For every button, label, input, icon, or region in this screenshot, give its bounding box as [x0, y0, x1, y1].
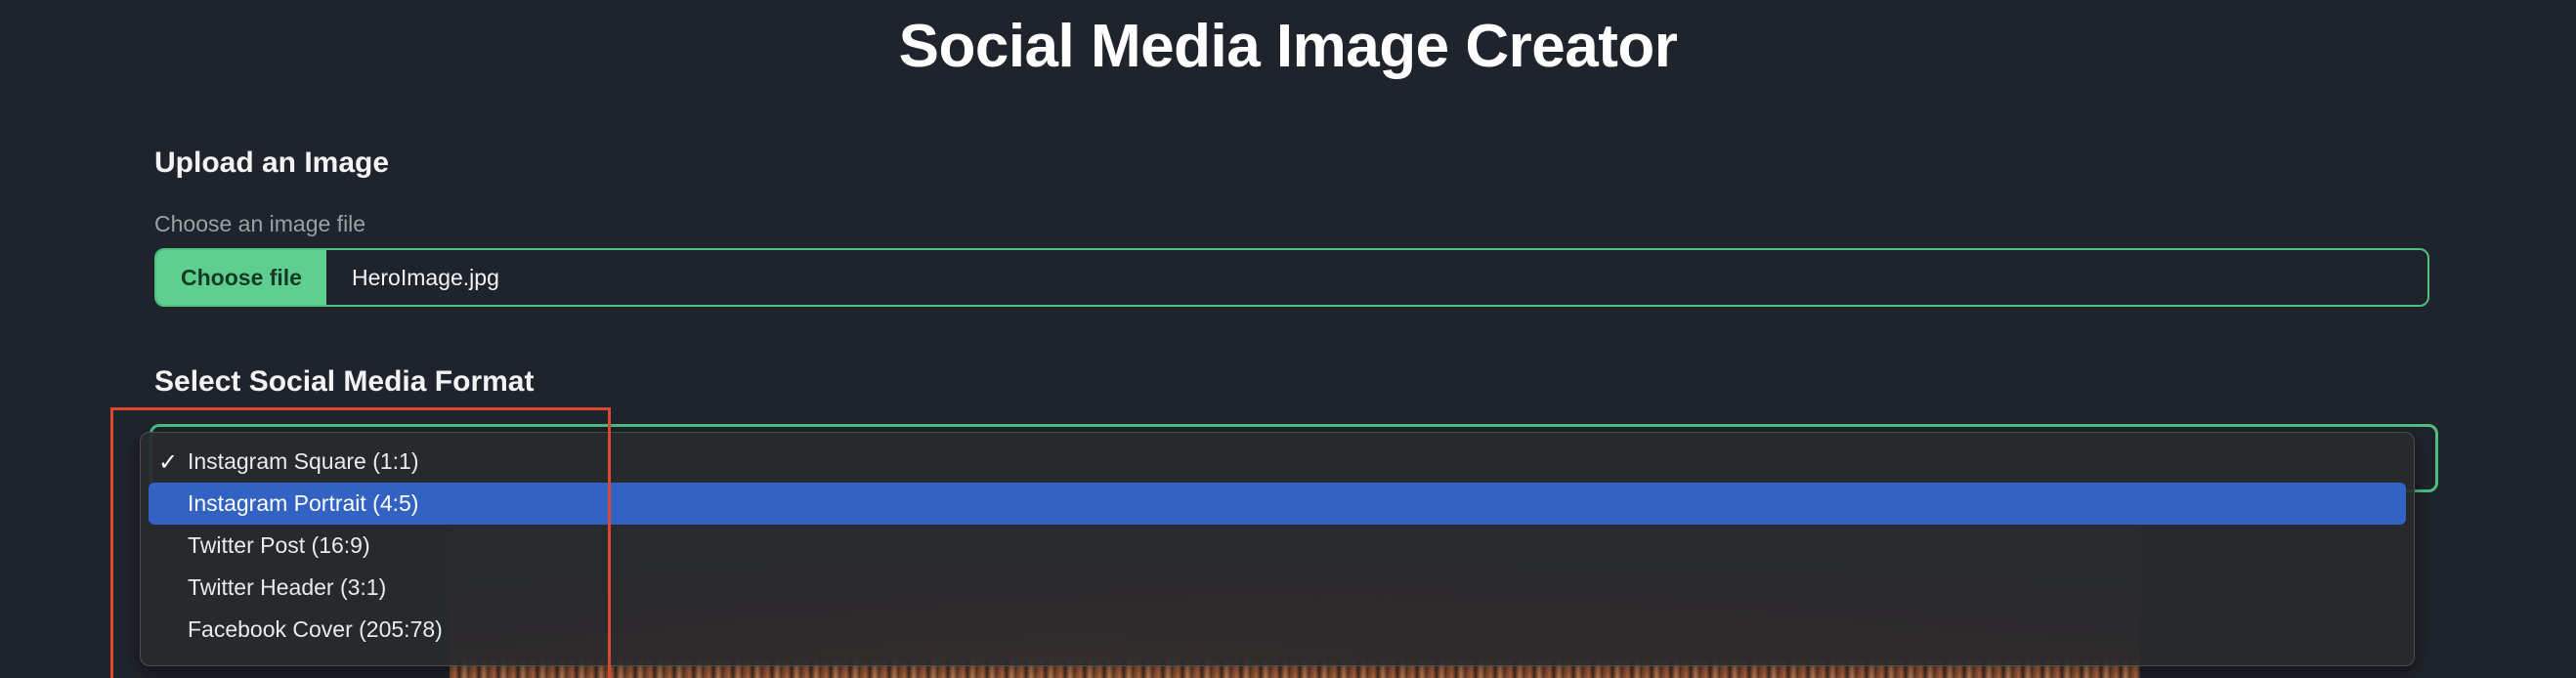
choose-file-button[interactable]: Choose file — [156, 250, 326, 305]
format-heading: Select Social Media Format — [154, 365, 535, 398]
annotation-highlight-box — [110, 407, 611, 678]
app-page: Social Media Image Creator Upload an Ima… — [0, 0, 2576, 678]
upload-heading: Upload an Image — [154, 147, 390, 179]
file-input[interactable]: Choose file HeroImage.jpg — [154, 248, 2429, 307]
selected-file-name: HeroImage.jpg — [352, 264, 499, 290]
page-title: Social Media Image Creator — [898, 13, 1678, 80]
file-field-label: Choose an image file — [154, 211, 366, 236]
